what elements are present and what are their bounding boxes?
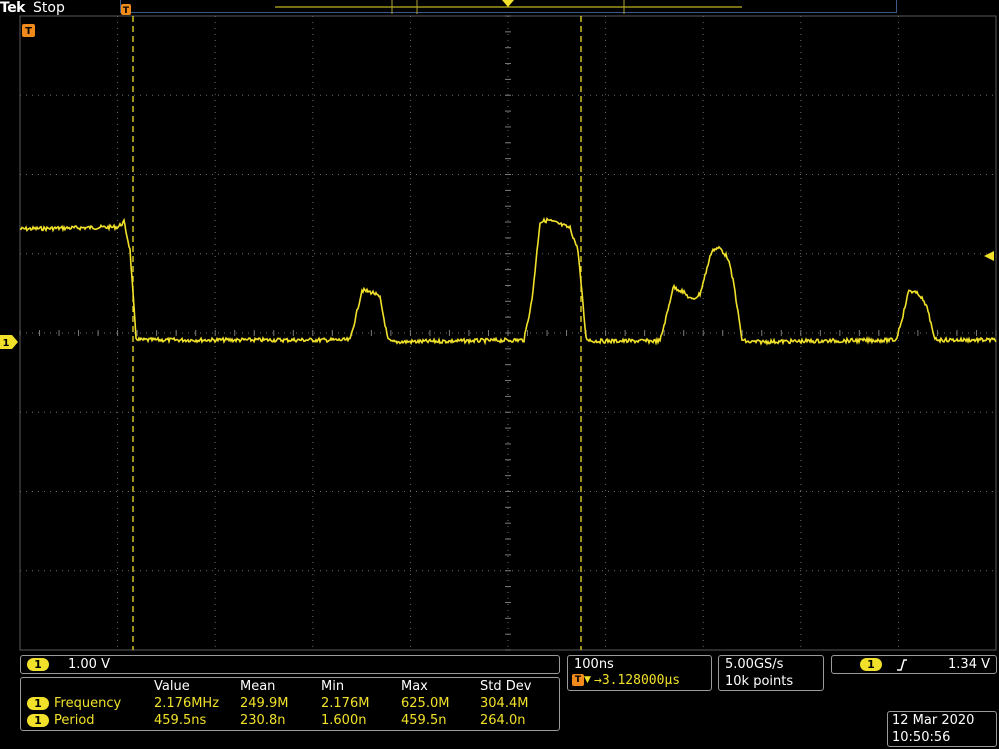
measurements-panel[interactable]: Value Mean Min Max Std Dev 1 Frequency 2… [20,677,560,731]
measurement-value: 459.5ns [154,713,207,728]
waveform-display[interactable]: T T 1 [0,0,999,749]
trigger-source-badge: 1 [860,658,882,671]
svg-text:T: T [123,6,130,16]
measurement-name: Period [54,713,95,728]
trigger-panel[interactable]: 1 1.34 V [831,655,997,674]
horizontal-position: →3.128000µs [594,673,681,688]
svg-text:T: T [25,26,32,37]
column-header-max: Max [401,679,428,694]
chevron-down-icon: ▼ [584,675,591,685]
measurement-min: 1.600n [321,713,367,728]
column-header-min: Min [321,679,345,694]
date: 12 Mar 2020 [892,713,975,728]
trigger-level: 1.34 V [948,657,990,672]
time-per-div: 100ns [574,657,614,672]
trigger-position-marker[interactable]: T [121,4,131,16]
rising-edge-icon [897,659,907,671]
measurement-source-badge: 1 [27,714,49,727]
measurement-source-badge: 1 [27,697,49,710]
datetime-panel: 12 Mar 2020 10:50:56 [887,711,997,747]
column-header-value: Value [154,679,190,694]
measurement-max: 625.0M [401,696,450,711]
channel-1-ground-marker[interactable]: 1 [0,335,18,349]
channel-1-scale-panel[interactable]: 1 1.00 V [20,655,560,674]
column-header-mean: Mean [240,679,276,694]
channel-1-scale: 1.00 V [68,657,110,672]
trigger-level-arrow-icon [984,251,994,261]
measurement-max: 459.5n [401,713,447,728]
record-view-overview [275,0,742,14]
sample-rate: 5.00GS/s [725,657,784,672]
measurement-mean: 230.8n [240,713,286,728]
measurement-name: Frequency [54,696,122,711]
time: 10:50:56 [892,730,951,745]
measurement-min: 2.176M [321,696,370,711]
channel-1-badge: 1 [27,658,49,671]
column-header-std-dev: Std Dev [480,679,532,694]
trigger-level-marker[interactable]: T [22,24,35,37]
graticule-grid [19,15,997,651]
acquisition-panel[interactable]: 5.00GS/s 10k points [718,655,824,691]
measurement-value: 2.176MHz [154,696,220,711]
measurement-mean: 249.9M [240,696,289,711]
horizontal-panel[interactable]: 100ns T ▼ →3.128000µs [567,655,712,691]
svg-text:1: 1 [3,338,10,349]
measurement-std-dev: 264.0n [480,713,526,728]
trigger-position-icon: T [572,674,584,686]
measurement-std-dev: 304.4M [480,696,529,711]
record-length: 10k points [725,674,794,689]
